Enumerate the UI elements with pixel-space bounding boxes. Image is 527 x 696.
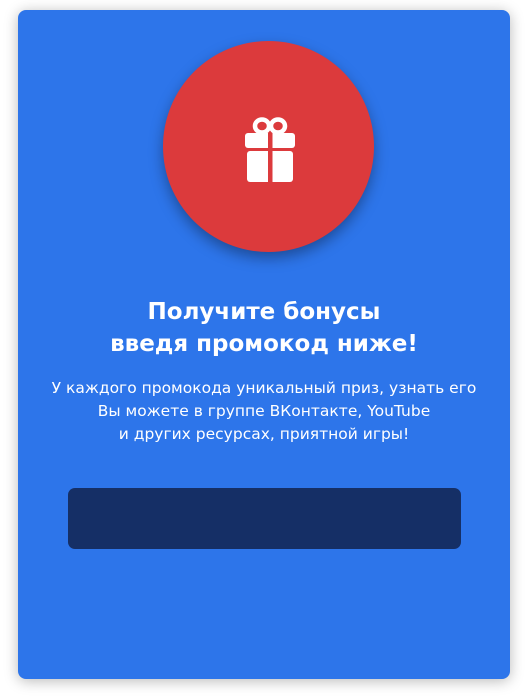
title-line-1: Получите бонусы (147, 299, 381, 325)
promo-code-input[interactable] (68, 488, 461, 549)
description-line-2: Вы можете в группе ВКонтакте, YouTube (97, 402, 431, 420)
gift-badge (163, 41, 374, 252)
description-line-1: У каждого промокода уникальный приз, узн… (51, 379, 477, 397)
description-text: У каждого промокода уникальный приз, узн… (28, 377, 500, 446)
promo-card: Получите бонусы введя промокод ниже! У к… (18, 10, 510, 679)
gift-icon (245, 117, 295, 182)
page-title: Получите бонусы введя промокод ниже! (18, 296, 510, 360)
title-line-2: введя промокод ниже! (110, 331, 418, 357)
description-line-3: и других ресурсах, приятной игры! (118, 425, 410, 443)
